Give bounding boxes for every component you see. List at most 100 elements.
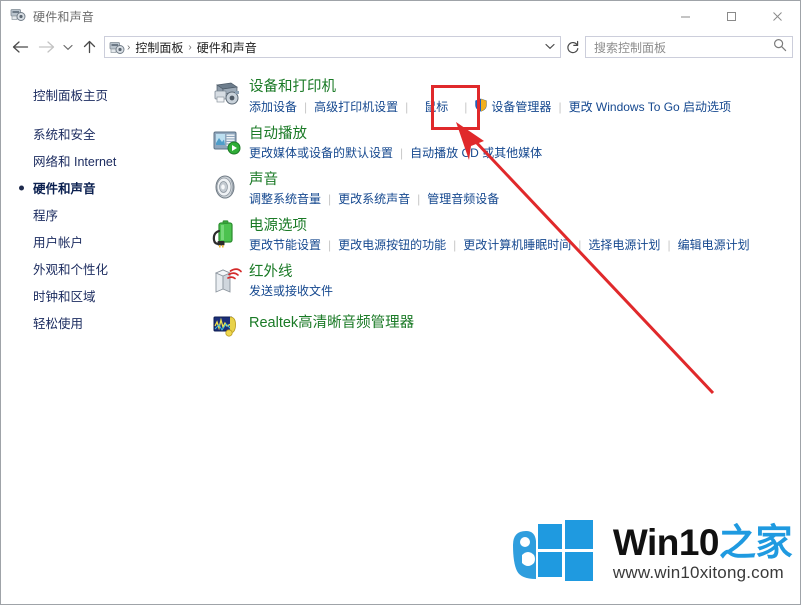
link-divider: | xyxy=(304,100,308,114)
link-change-sleep-time[interactable]: 更改计算机睡眠时间 xyxy=(463,237,571,253)
sidebar: 控制面板主页 系统和安全 网络和 Internet 硬件和声音 程序 用户帐户 … xyxy=(1,64,199,604)
link-divider: | xyxy=(328,238,332,252)
back-icon[interactable] xyxy=(7,34,33,60)
sidebar-item-label: 系统和安全 xyxy=(33,128,96,142)
sidebar-item-network-internet[interactable]: 网络和 Internet xyxy=(1,147,199,174)
infrared-icon xyxy=(211,263,249,300)
link-send-receive-files[interactable]: 发送或接收文件 xyxy=(249,283,333,299)
category-body: 红外线 发送或接收文件 xyxy=(249,263,333,300)
watermark-brand-en: Win10 xyxy=(612,522,720,563)
category-power-options: 电源选项 更改节能设置 | 更改电源按钮的功能 | 更改计算机睡眠时间 | 选择… xyxy=(211,217,800,254)
category-infrared: 红外线 发送或接收文件 xyxy=(211,263,800,300)
recent-locations-icon[interactable] xyxy=(59,34,77,60)
watermark: Win10之家 www.win10xitong.com xyxy=(505,515,793,590)
search-input[interactable]: 搜索控制面板 xyxy=(594,39,773,56)
watermark-brand-cn: 之家 xyxy=(719,522,793,563)
search-icon[interactable] xyxy=(773,38,787,57)
minimize-button[interactable] xyxy=(662,1,708,31)
refresh-icon[interactable] xyxy=(561,35,585,59)
category-body: 设备和打印机 添加设备 | 高级打印机设置 | 鼠标 | 设备管理器 | 更改 … xyxy=(249,78,731,116)
link-choose-power-plan[interactable]: 选择电源计划 xyxy=(588,237,660,253)
link-divider: | xyxy=(464,100,468,114)
category-links: 发送或接收文件 xyxy=(249,283,333,299)
realtek-icon xyxy=(211,309,249,346)
category-autoplay: 自动播放 更改媒体或设备的默认设置 | 自动播放 CD 或其他媒体 xyxy=(211,125,800,162)
category-body: Realtek高清晰音频管理器 xyxy=(249,309,414,346)
link-mouse[interactable]: 鼠标 xyxy=(415,99,457,115)
link-manage-audio-devices[interactable]: 管理音频设备 xyxy=(427,191,499,207)
sidebar-item-ease-of-access[interactable]: 轻松使用 xyxy=(1,309,199,336)
link-edit-power-plan[interactable]: 编辑电源计划 xyxy=(678,237,750,253)
maximize-button[interactable] xyxy=(708,1,754,31)
watermark-url: www.win10xitong.com xyxy=(612,563,784,582)
link-change-energy-settings[interactable]: 更改节能设置 xyxy=(249,237,321,253)
title-bar: 硬件和声音 xyxy=(1,1,800,31)
breadcrumb-hardware-and-sound[interactable]: 硬件和声音 xyxy=(193,39,261,56)
category-title[interactable]: 自动播放 xyxy=(249,125,542,144)
current-item-bullet-icon xyxy=(19,185,24,190)
hardware-sound-icon xyxy=(10,6,26,27)
sidebar-item-label: 程序 xyxy=(33,209,59,223)
window-controls xyxy=(662,1,800,31)
link-windows-to-go[interactable]: 更改 Windows To Go 启动选项 xyxy=(569,99,731,115)
category-links: 添加设备 | 高级打印机设置 | 鼠标 | 设备管理器 | 更改 Windows… xyxy=(249,98,731,116)
title-bar-left: 硬件和声音 xyxy=(1,6,662,27)
category-links: 调整系统音量 | 更改系统声音 | 管理音频设备 xyxy=(249,191,499,207)
link-add-device[interactable]: 添加设备 xyxy=(249,99,297,115)
category-title[interactable]: 声音 xyxy=(249,171,499,190)
link-advanced-printer-setup[interactable]: 高级打印机设置 xyxy=(314,99,398,115)
sidebar-item-label: 轻松使用 xyxy=(33,317,84,331)
category-links: 更改媒体或设备的默认设置 | 自动播放 CD 或其他媒体 xyxy=(249,145,542,161)
breadcrumb-control-panel[interactable]: 控制面板 xyxy=(131,39,187,56)
category-realtek: Realtek高清晰音频管理器 xyxy=(211,309,800,346)
address-bar[interactable]: › 控制面板 › 硬件和声音 xyxy=(104,36,561,58)
sidebar-item-user-accounts[interactable]: 用户帐户 xyxy=(1,228,199,255)
sidebar-item-appearance[interactable]: 外观和个性化 xyxy=(1,255,199,282)
link-divider: | xyxy=(405,100,409,114)
category-sound: 声音 调整系统音量 | 更改系统声音 | 管理音频设备 xyxy=(211,171,800,208)
link-divider: | xyxy=(453,238,457,252)
category-title[interactable]: Realtek高清晰音频管理器 xyxy=(249,309,414,333)
category-links: 更改节能设置 | 更改电源按钮的功能 | 更改计算机睡眠时间 | 选择电源计划 … xyxy=(249,237,750,253)
sidebar-item-clock-region[interactable]: 时钟和区域 xyxy=(1,282,199,309)
sidebar-item-label: 用户帐户 xyxy=(33,236,84,250)
shield-icon xyxy=(474,98,488,116)
link-device-manager[interactable]: 设备管理器 xyxy=(491,99,551,115)
category-title[interactable]: 红外线 xyxy=(249,263,333,282)
category-title[interactable]: 电源选项 xyxy=(249,217,750,236)
sidebar-item-label: 外观和个性化 xyxy=(33,263,109,277)
close-button[interactable] xyxy=(754,1,800,31)
sidebar-item-programs[interactable]: 程序 xyxy=(1,201,199,228)
forward-icon[interactable] xyxy=(33,34,59,60)
link-change-power-button[interactable]: 更改电源按钮的功能 xyxy=(338,237,446,253)
category-body: 声音 调整系统音量 | 更改系统声音 | 管理音频设备 xyxy=(249,171,499,208)
category-body: 电源选项 更改节能设置 | 更改电源按钮的功能 | 更改计算机睡眠时间 | 选择… xyxy=(249,217,750,254)
sidebar-item-hardware-sound[interactable]: 硬件和声音 xyxy=(1,174,199,201)
sidebar-item-label: 网络和 Internet xyxy=(33,155,117,169)
link-divider: | xyxy=(417,192,421,206)
window-title: 硬件和声音 xyxy=(33,9,95,24)
printer-icon xyxy=(211,78,249,116)
sidebar-item-system-security[interactable]: 系统和安全 xyxy=(1,120,199,147)
control-panel-window: 硬件和声音 › 控制面板 › 硬件和声音 搜索控制面板 控制面板主页 系统和安全… xyxy=(0,0,801,605)
chevron-down-icon[interactable] xyxy=(545,42,555,52)
up-icon[interactable] xyxy=(77,34,101,60)
category-devices-printers: 设备和打印机 添加设备 | 高级打印机设置 | 鼠标 | 设备管理器 | 更改 … xyxy=(211,78,800,116)
sidebar-item-home[interactable]: 控制面板主页 xyxy=(1,81,199,108)
link-divider: | xyxy=(578,238,582,252)
link-divider: | xyxy=(667,238,671,252)
category-body: 自动播放 更改媒体或设备的默认设置 | 自动播放 CD 或其他媒体 xyxy=(249,125,542,162)
address-bar-icon xyxy=(109,39,125,55)
category-title[interactable]: 设备和打印机 xyxy=(249,78,731,97)
link-adjust-volume[interactable]: 调整系统音量 xyxy=(249,191,321,207)
link-autoplay-cd[interactable]: 自动播放 CD 或其他媒体 xyxy=(410,145,542,161)
link-divider: | xyxy=(328,192,332,206)
link-divider: | xyxy=(400,146,404,160)
link-change-system-sounds[interactable]: 更改系统声音 xyxy=(338,191,410,207)
windows-logo-icon xyxy=(505,515,605,590)
link-change-default-media-settings[interactable]: 更改媒体或设备的默认设置 xyxy=(249,145,393,161)
search-box[interactable]: 搜索控制面板 xyxy=(585,36,793,58)
link-divider: | xyxy=(558,100,562,114)
battery-icon xyxy=(211,217,249,254)
watermark-brand: Win10之家 xyxy=(612,522,793,563)
